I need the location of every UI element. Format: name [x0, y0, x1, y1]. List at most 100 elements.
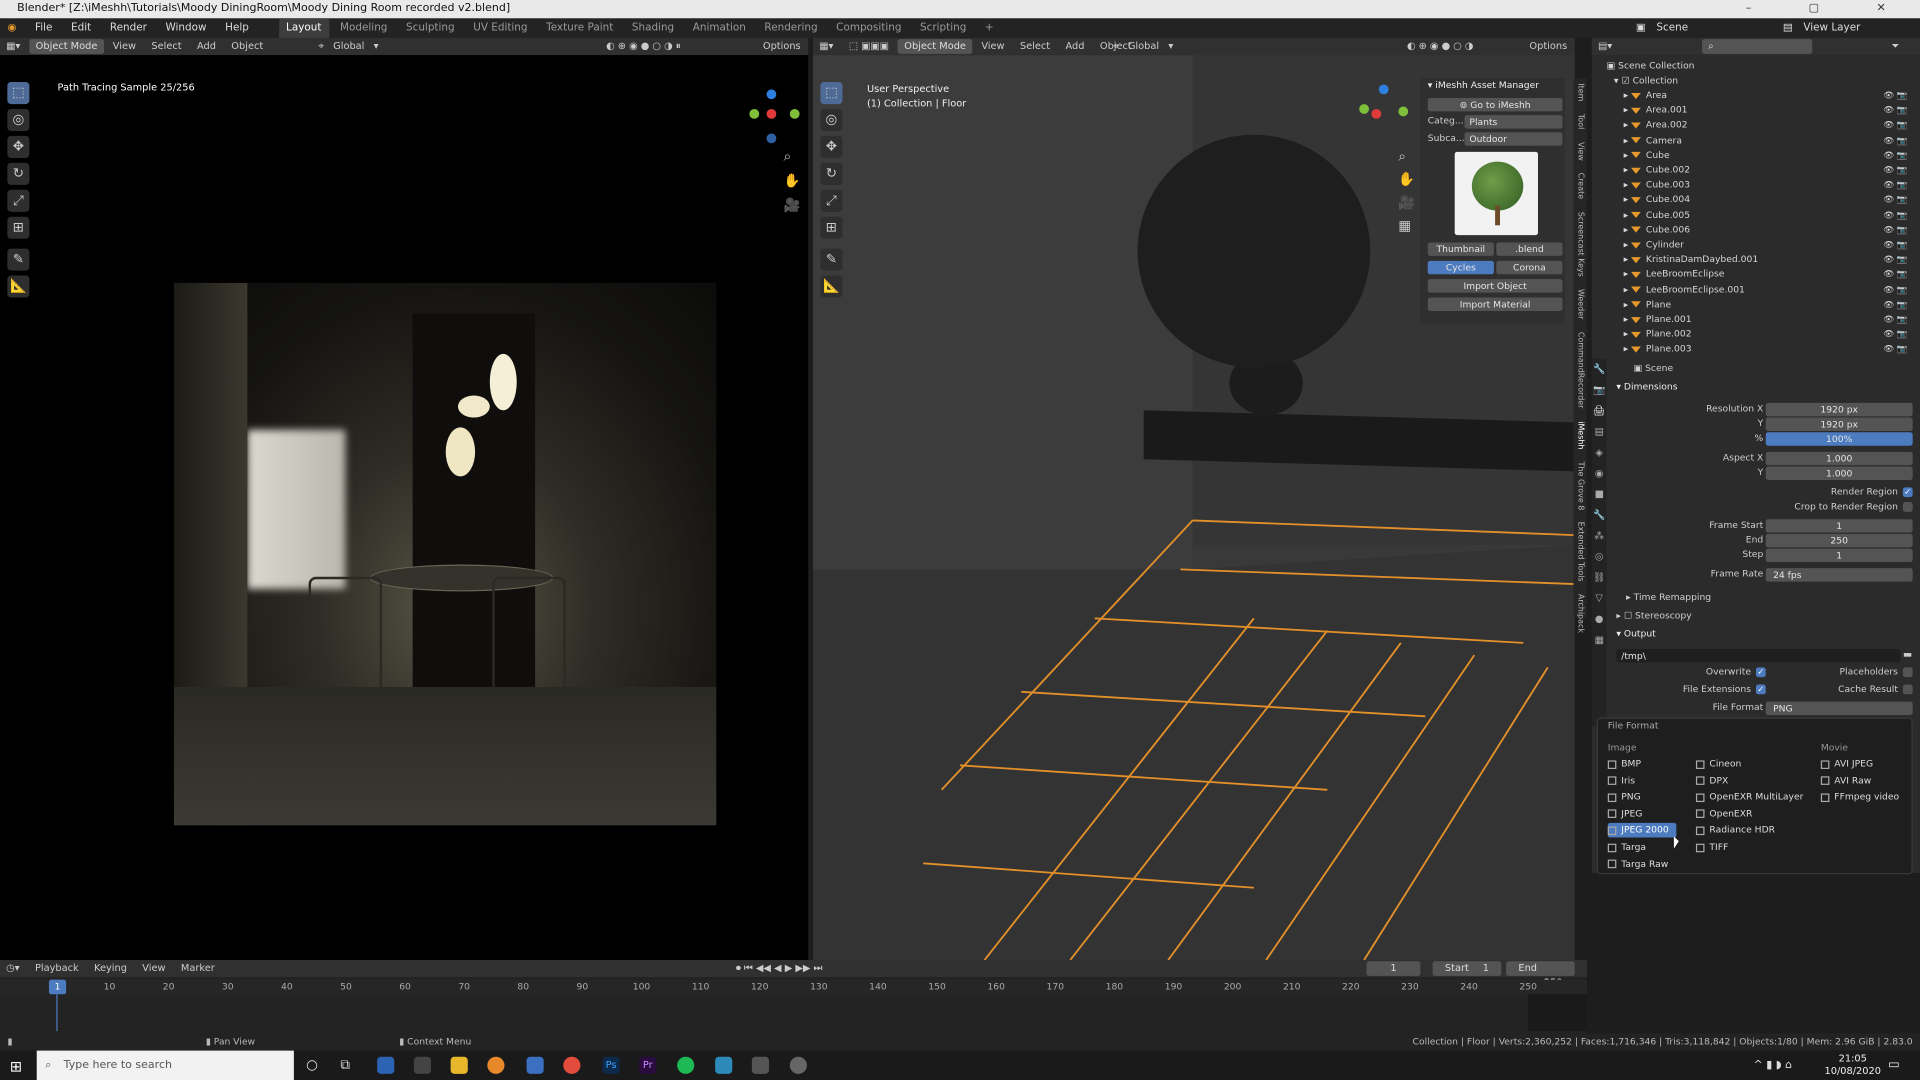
window-controls[interactable]: – ▢ ✕: [1746, 0, 1913, 18]
file-format-option[interactable]: Cineon: [1695, 757, 1741, 772]
scene-selector[interactable]: ▣ Scene: [1629, 18, 1703, 38]
output-section[interactable]: ▾ Output: [1609, 627, 1920, 642]
crop-region-checkbox[interactable]: [1902, 502, 1913, 512]
file-format-option[interactable]: Iris: [1607, 773, 1635, 788]
visibility-toggle-icon[interactable]: 👁 📷: [1883, 148, 1907, 163]
engine-cycles-tab[interactable]: Cycles: [1427, 260, 1494, 275]
file-format-option[interactable]: AVI Raw: [1820, 773, 1871, 788]
visibility-toggle-icon[interactable]: 👁 📷: [1883, 178, 1907, 193]
app-icon-5[interactable]: [789, 1056, 807, 1074]
outliner-item[interactable]: ▸ Plane.002 👁 📷: [1624, 327, 1920, 342]
outliner-filter-icon[interactable]: ⏷: [1885, 38, 1905, 55]
file-format-option[interactable]: DPX: [1695, 773, 1728, 788]
timeline-ruler[interactable]: 1102030405060708090100110120130140150160…: [0, 979, 1587, 995]
transform-orientation-dropdown-right[interactable]: ⌖ Global ▾: [1107, 38, 1179, 55]
side-tab-weeder[interactable]: Weeder: [1576, 284, 1586, 324]
gizmo-y-icon-right[interactable]: [1398, 106, 1409, 117]
file-format-option[interactable]: AVI JPEG: [1820, 757, 1873, 772]
visibility-toggle-icon[interactable]: 👁 📷: [1883, 208, 1907, 223]
folder-icon[interactable]: ▬: [1903, 649, 1912, 660]
import-material-button[interactable]: Import Material: [1427, 297, 1563, 312]
scene-props-icon[interactable]: ◈: [1592, 442, 1607, 463]
data-props-icon[interactable]: ▽: [1592, 588, 1607, 609]
resolution-x-field[interactable]: 1920 px: [1765, 402, 1913, 417]
cursor-tool-icon[interactable]: ◎: [7, 108, 30, 132]
outliner-type-icon[interactable]: ▤▾: [1592, 38, 1618, 55]
cursor-tool-icon-right[interactable]: ◎: [820, 108, 843, 132]
calculator-icon[interactable]: [526, 1056, 544, 1074]
render-preview-viewport[interactable]: Path Tracing Sample 25/256 ⬚ ◎ ✥ ↻ ⤢ ⊞ ✎…: [0, 55, 809, 961]
app-icon-4[interactable]: [751, 1056, 769, 1074]
visibility-toggle-icon[interactable]: 👁 📷: [1883, 252, 1907, 267]
modifier-props-icon[interactable]: 🔧: [1592, 504, 1607, 525]
side-tab-grove[interactable]: The Grove 8: [1576, 456, 1586, 514]
outliner-item[interactable]: ▸ KristinaDamDaybed.001 👁 📷: [1624, 252, 1920, 267]
gizmo-z-icon-right[interactable]: [1378, 84, 1389, 95]
file-format-option[interactable]: Targa Raw: [1607, 857, 1668, 872]
cortana-icon[interactable]: ○: [306, 1057, 318, 1073]
file-extensions-checkbox[interactable]: ✓: [1755, 684, 1766, 695]
tab-layout[interactable]: Layout: [278, 18, 329, 38]
outliner-item[interactable]: ▸ Camera 👁 📷: [1624, 133, 1920, 148]
editor-type-icon[interactable]: ▦▾: [0, 38, 26, 55]
left-viewport-area[interactable]: ▦▾ Object Mode View Select Add Object ⌖ …: [0, 37, 809, 961]
outliner-item[interactable]: ▸ Cube.004 👁 📷: [1624, 193, 1920, 208]
move-tool-icon[interactable]: ✥: [7, 135, 30, 158]
overwrite-checkbox[interactable]: ✓: [1755, 667, 1766, 678]
options-dropdown-right[interactable]: Options: [1523, 38, 1573, 55]
outliner-item[interactable]: ▸ Plane 👁 📷: [1624, 297, 1920, 312]
side-tab-extended-tools[interactable]: Extended Tools: [1576, 517, 1586, 587]
file-format-option[interactable]: PNG: [1607, 790, 1641, 805]
tab-animation[interactable]: Animation: [685, 18, 753, 38]
select-tool-icon[interactable]: ⬚: [7, 82, 30, 105]
visibility-toggle-icon[interactable]: 👁 📷: [1883, 88, 1907, 103]
ortho-toggle-icon[interactable]: ▦: [1398, 214, 1415, 237]
spotify-icon[interactable]: [677, 1056, 695, 1074]
pan-hand-icon-right[interactable]: ✋: [1398, 168, 1415, 191]
playback-menu[interactable]: Playback: [29, 960, 85, 977]
app-icon-1[interactable]: [377, 1056, 395, 1074]
outliner-item[interactable]: ▸ Plane.003 👁 📷: [1624, 342, 1920, 357]
object-mode-dropdown-right[interactable]: Object Mode: [898, 39, 973, 54]
frame-start-field[interactable]: 1: [1765, 519, 1913, 533]
file-explorer-icon[interactable]: [450, 1056, 468, 1074]
options-dropdown[interactable]: Options: [757, 38, 807, 55]
visibility-toggle-icon[interactable]: 👁 📷: [1883, 297, 1907, 312]
category-dropdown[interactable]: Plants: [1464, 115, 1563, 129]
annotate-tool-icon-right[interactable]: ✎: [820, 248, 843, 271]
file-format-option[interactable]: JPEG 2000: [1607, 823, 1677, 839]
select-menu-right[interactable]: Select: [1014, 38, 1056, 55]
menu-help[interactable]: Help: [218, 18, 256, 38]
placeholders-checkbox[interactable]: [1902, 667, 1913, 678]
gizmo-y-neg-icon-right[interactable]: [1359, 104, 1369, 114]
outliner-item[interactable]: ▸ Area.002 👁 📷: [1624, 118, 1920, 133]
rotate-tool-icon-right[interactable]: ↻: [820, 162, 843, 185]
view-menu-right[interactable]: View: [975, 38, 1010, 55]
file-format-option[interactable]: Targa: [1607, 840, 1646, 855]
select-menu[interactable]: Select: [145, 38, 187, 55]
gizmo-z-icon[interactable]: [766, 89, 777, 100]
material-props-icon[interactable]: ●: [1592, 609, 1607, 630]
world-props-icon[interactable]: ◉: [1592, 463, 1607, 484]
visibility-toggle-icon[interactable]: 👁 📷: [1883, 118, 1907, 133]
visibility-toggle-icon[interactable]: 👁 📷: [1883, 163, 1907, 178]
measure-tool-icon[interactable]: 📐: [7, 275, 30, 298]
add-workspace-button[interactable]: +: [978, 18, 1001, 38]
menu-window[interactable]: Window: [158, 18, 214, 38]
frame-rate-dropdown[interactable]: 24 fps: [1765, 568, 1913, 582]
side-tab-create[interactable]: Create: [1576, 168, 1586, 204]
photoshop-icon[interactable]: Ps: [602, 1056, 620, 1074]
side-tab-imeshh[interactable]: iMeshh: [1576, 416, 1586, 454]
view-layer-selector[interactable]: ▤ View Layer: [1776, 18, 1876, 38]
menu-file[interactable]: File: [28, 18, 60, 38]
visibility-toggle-icon[interactable]: 👁 📷: [1883, 267, 1907, 282]
annotate-tool-icon[interactable]: ✎: [7, 248, 30, 271]
premiere-icon[interactable]: Pr: [639, 1056, 657, 1074]
render-props-icon[interactable]: 📷: [1592, 380, 1607, 401]
tab-sculpting[interactable]: Sculpting: [399, 18, 462, 38]
pan-hand-icon[interactable]: ✋: [784, 169, 801, 193]
stereoscopy-section[interactable]: ▸ ☐ Stereoscopy: [1609, 609, 1920, 624]
output-props-icon[interactable]: 🖨: [1592, 400, 1607, 421]
transform-tool-icon-right[interactable]: ⊞: [820, 216, 843, 239]
file-format-option[interactable]: BMP: [1607, 757, 1641, 772]
